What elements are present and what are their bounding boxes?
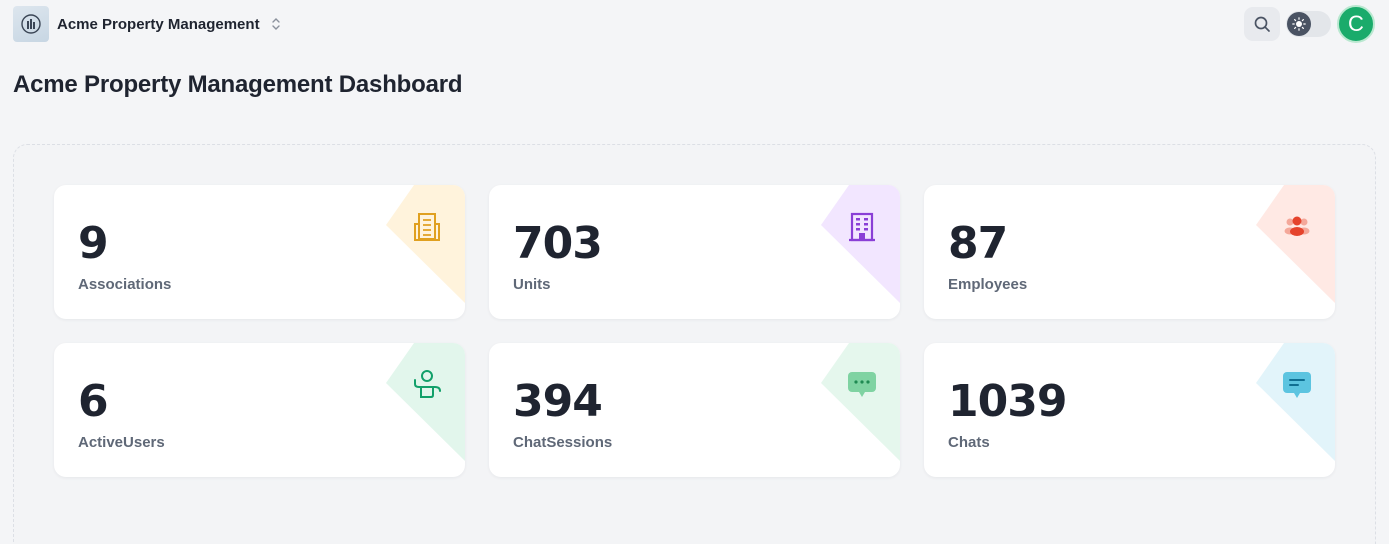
stat-card-units[interactable]: 703 Units (489, 185, 900, 319)
org-logo (13, 6, 49, 42)
stat-value: 1039 (948, 376, 1067, 427)
stat-value: 703 (513, 218, 603, 269)
building-icon (409, 209, 445, 245)
org-name: Acme Property Management (57, 15, 260, 33)
stat-label: ChatSessions (513, 434, 613, 451)
theme-toggle-knob (1287, 12, 1311, 36)
stat-label: Chats (948, 434, 990, 451)
card-decoration (386, 185, 465, 303)
employees-icon (1279, 209, 1315, 245)
user-avatar[interactable]: C (1337, 5, 1375, 43)
search-icon (1254, 16, 1270, 32)
message-icon (1279, 367, 1315, 403)
search-button[interactable] (1244, 7, 1280, 41)
apartment-icon (844, 209, 880, 245)
stat-card-active-users[interactable]: 6 ActiveUsers (54, 343, 465, 477)
stat-card-associations[interactable]: 9 Associations (54, 185, 465, 319)
stat-label: Employees (948, 276, 1028, 293)
theme-toggle[interactable] (1286, 11, 1331, 37)
top-bar: Acme Property Management C (0, 0, 1389, 48)
chat-bubble-icon (844, 367, 880, 403)
card-decoration (386, 343, 465, 461)
stat-label: ActiveUsers (78, 434, 165, 451)
stat-label: Associations (78, 276, 172, 293)
sun-icon (1292, 17, 1306, 31)
stat-value: 9 (78, 218, 109, 269)
stat-card-chat-sessions[interactable]: 394 ChatSessions (489, 343, 900, 477)
org-switcher[interactable]: Acme Property Management (13, 6, 282, 42)
stats-panel: 9 Associations 703 Units 87 Employees 6 … (13, 144, 1376, 544)
stat-label: Units (513, 276, 551, 293)
stat-value: 394 (513, 376, 603, 427)
page-title: Acme Property Management Dashboard (13, 71, 463, 98)
stat-card-chats[interactable]: 1039 Chats (924, 343, 1335, 477)
stat-card-employees[interactable]: 87 Employees (924, 185, 1335, 319)
chevron-up-down-icon (271, 18, 280, 30)
stat-value: 87 (948, 218, 1008, 269)
active-user-icon (409, 367, 445, 403)
stat-value: 6 (78, 376, 109, 427)
